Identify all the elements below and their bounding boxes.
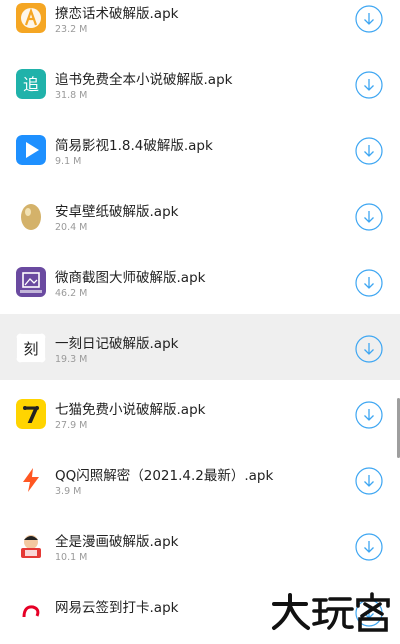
file-name: 网易云签到打卡.apk [55,600,179,616]
wallpaper-egg-app-icon [16,201,46,231]
netease-app-icon [16,597,46,627]
file-size: 9.1 M [55,156,82,167]
file-size: 46.2 M [55,288,88,299]
list-item[interactable]: QQ闪照解密（2021.4.2最新）.apk 3.9 M [0,446,400,512]
list-item[interactable]: 微商截图大师破解版.apk 46.2 M [0,248,400,314]
download-icon[interactable] [355,137,383,165]
file-size: 31.8 M [55,90,88,101]
list-item[interactable]: 安卓壁纸破解版.apk 20.4 M [0,182,400,248]
liaolian-app-icon [16,3,46,33]
file-name: 七猫免费小说破解版.apk [55,402,206,418]
file-size: 23.2 M [55,24,88,35]
jianyi-video-app-icon [16,135,46,165]
flash-bolt-app-icon [16,465,46,495]
list-item[interactable]: 追 追书免费全本小说破解版.apk 31.8 M [0,50,400,116]
download-icon[interactable] [355,71,383,99]
zhuishu-app-icon: 追 [16,69,46,99]
yike-diary-app-icon: 刻 [16,333,46,363]
list-item-highlighted[interactable]: 刻 一刻日记破解版.apk 19.3 M [0,314,400,380]
file-size: 3.9 M [55,486,82,497]
file-name: 撩恋话术破解版.apk [55,6,179,22]
list-item[interactable]: 7 七猫免费小说破解版.apk 27.9 M [0,380,400,446]
file-size: 27.9 M [55,420,88,431]
list-item[interactable]: 简易影视1.8.4破解版.apk 9.1 M [0,116,400,182]
download-icon[interactable] [355,467,383,495]
list-item[interactable]: 全是漫画破解版.apk 10.1 M [0,512,400,578]
file-name: 微商截图大师破解版.apk [55,270,206,286]
list-item[interactable]: 撩恋话术破解版.apk 23.2 M [0,0,400,50]
manhua-app-icon [16,531,46,561]
app-glyph: 刻 [23,340,38,358]
file-name: 全是漫画破解版.apk [55,534,179,550]
file-name: QQ闪照解密（2021.4.2最新）.apk [55,468,274,484]
svg-text:追: 追 [23,75,39,94]
file-name: 安卓壁纸破解版.apk [55,204,179,220]
file-name: 追书免费全本小说破解版.apk [55,72,233,88]
site-watermark-logo [270,592,394,632]
qimao-app-icon: 7 [16,399,46,429]
file-size: 20.4 M [55,222,88,233]
download-icon[interactable] [355,533,383,561]
file-name: 简易影视1.8.4破解版.apk [55,138,213,154]
screenshot-master-app-icon [16,267,46,297]
download-icon[interactable] [355,5,383,33]
apk-file-list: 撩恋话术破解版.apk 23.2 M 追 追书免费全本小说破解版.apk 31.… [0,0,400,644]
file-name: 一刻日记破解版.apk [55,336,179,352]
file-size: 19.3 M [55,354,88,365]
download-icon[interactable] [355,269,383,297]
download-icon[interactable] [355,335,383,363]
file-size: 10.1 M [55,552,88,563]
download-icon[interactable] [355,401,383,429]
download-icon[interactable] [355,203,383,231]
